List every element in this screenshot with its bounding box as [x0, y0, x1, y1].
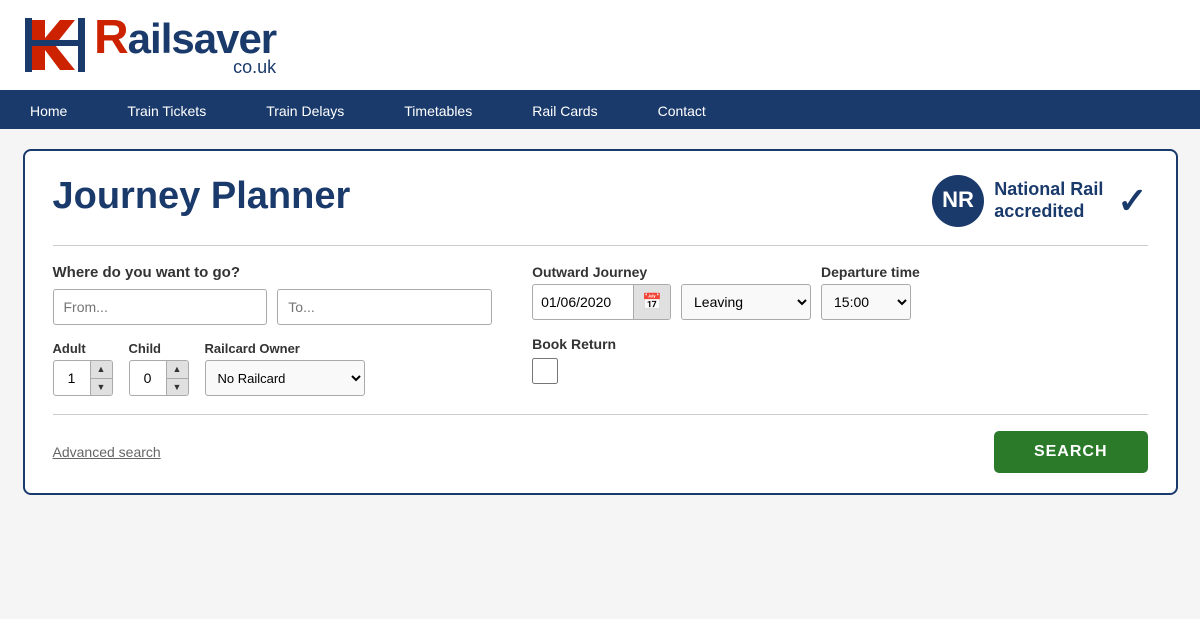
child-counter-group: Child 0 ▲ ▼	[129, 341, 189, 396]
from-to-row	[53, 289, 493, 325]
logo-couk: co.uk	[94, 58, 276, 76]
nav-item-home[interactable]: Home	[0, 93, 97, 129]
child-down-arrow[interactable]: ▼	[167, 379, 188, 396]
date-input[interactable]: 01/06/2020	[533, 288, 633, 316]
nav-item-train-tickets[interactable]: Train Tickets	[97, 93, 236, 129]
adult-spinner: 1 ▲ ▼	[53, 360, 113, 396]
departure-label: Departure time	[821, 264, 920, 280]
accredited-checkmark: ✓	[1117, 180, 1147, 222]
advanced-search-link[interactable]: Advanced search	[53, 444, 161, 460]
logo-brand: Railsaver	[94, 14, 276, 62]
nav-item-train-delays[interactable]: Train Delays	[236, 93, 374, 129]
railcard-group: Railcard Owner No Railcard 16-25 Railcar…	[205, 341, 365, 396]
nav-item-contact[interactable]: Contact	[628, 93, 736, 129]
national-rail-icon: NR	[932, 175, 984, 227]
book-return-checkbox[interactable]	[532, 358, 558, 384]
logo: Railsaver co.uk	[20, 10, 276, 80]
child-up-arrow[interactable]: ▲	[167, 361, 188, 379]
child-value[interactable]: 0	[130, 370, 166, 386]
book-return-row: Book Return	[532, 336, 1147, 384]
outward-row: Outward Journey 01/06/2020 📅 . Leaving	[532, 264, 1147, 320]
child-label: Child	[129, 341, 189, 356]
railcard-select[interactable]: No Railcard 16-25 Railcard Senior Railca…	[205, 360, 365, 396]
calendar-icon-button[interactable]: 📅	[633, 285, 670, 319]
planner-title: Journey Planner	[53, 175, 351, 218]
header: Railsaver co.uk	[0, 0, 1200, 93]
outward-label: Outward Journey	[532, 264, 671, 280]
nav-item-rail-cards[interactable]: Rail Cards	[502, 93, 627, 129]
main-content: Journey Planner NR National Rail accredi…	[0, 129, 1200, 619]
to-input[interactable]	[277, 289, 492, 325]
national-rail-text: National Rail accredited	[994, 179, 1103, 222]
destination-question: Where do you want to go?	[53, 264, 493, 281]
planner-footer: Advanced search SEARCH	[53, 431, 1148, 473]
child-arrows: ▲ ▼	[166, 361, 188, 395]
adult-counter-group: Adult 1 ▲ ▼	[53, 341, 113, 396]
adult-up-arrow[interactable]: ▲	[91, 361, 112, 379]
time-select[interactable]: 15:00 15:30 16:00	[821, 284, 911, 320]
adult-value[interactable]: 1	[54, 370, 90, 386]
logo-text: Railsaver co.uk	[94, 14, 276, 76]
planner-divider-bottom	[53, 414, 1148, 415]
from-input[interactable]	[53, 289, 268, 325]
adult-arrows: ▲ ▼	[90, 361, 112, 395]
train-logo-icon	[20, 10, 90, 80]
planner-header: Journey Planner NR National Rail accredi…	[53, 175, 1148, 227]
calendar-icon: 📅	[642, 292, 662, 312]
outward-date-group: Outward Journey 01/06/2020 📅	[532, 264, 671, 320]
railcard-label: Railcard Owner	[205, 341, 365, 356]
svg-text:NR: NR	[942, 187, 974, 212]
adult-label: Adult	[53, 341, 113, 356]
leaving-select[interactable]: Leaving Arriving	[681, 284, 811, 320]
national-rail-badge: NR National Rail accredited ✓	[932, 175, 1147, 227]
adult-down-arrow[interactable]: ▼	[91, 379, 112, 396]
nav-item-timetables[interactable]: Timetables	[374, 93, 502, 129]
date-input-wrapper: 01/06/2020 📅	[532, 284, 671, 320]
form-section: Where do you want to go? Adult 1 ▲ ▼	[53, 264, 1148, 396]
child-spinner: 0 ▲ ▼	[129, 360, 189, 396]
journey-planner-box: Journey Planner NR National Rail accredi…	[23, 149, 1178, 495]
navigation: Home Train Tickets Train Delays Timetabl…	[0, 93, 1200, 129]
left-form-section: Where do you want to go? Adult 1 ▲ ▼	[53, 264, 493, 396]
departure-time-group: Departure time 15:00 15:30 16:00	[821, 264, 920, 320]
leaving-group: . Leaving Arriving	[681, 264, 811, 320]
planner-divider-top	[53, 245, 1148, 246]
right-form-section: Outward Journey 01/06/2020 📅 . Leaving	[532, 264, 1147, 384]
book-return-label: Book Return	[532, 336, 1147, 352]
search-button[interactable]: SEARCH	[994, 431, 1148, 473]
counters-row: Adult 1 ▲ ▼ Child 0	[53, 341, 493, 396]
